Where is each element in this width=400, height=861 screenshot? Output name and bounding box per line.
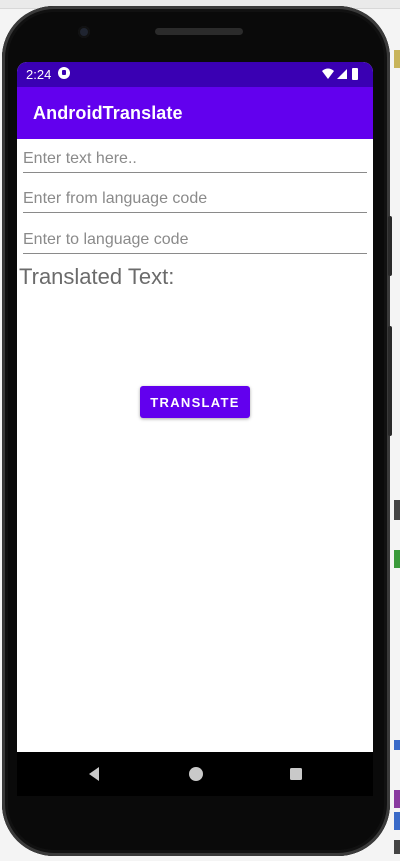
notification-icon — [58, 67, 70, 79]
app-title: AndroidTranslate — [33, 103, 183, 123]
volume-button — [388, 216, 392, 276]
signal-icon — [337, 69, 347, 79]
to-language-field[interactable] — [23, 229, 367, 254]
text-field[interactable] — [23, 148, 367, 173]
recents-icon[interactable] — [289, 766, 303, 782]
front-camera — [78, 26, 90, 38]
status-icons — [322, 68, 358, 80]
translate-button[interactable]: TRANSLATE — [140, 386, 250, 418]
earpiece-speaker — [155, 28, 243, 35]
status-time: 2:24 — [26, 67, 52, 82]
app-screen: 2:24 AndroidTranslate Translated Text: T… — [17, 62, 373, 752]
navigation-bar — [17, 752, 373, 796]
wifi-icon — [322, 68, 334, 79]
translated-text-label: Translated Text: — [19, 264, 175, 289]
to-language-input[interactable] — [23, 229, 367, 251]
back-icon[interactable] — [87, 766, 101, 782]
status-bar: 2:24 — [17, 62, 373, 87]
home-icon[interactable] — [188, 766, 204, 782]
app-bar: AndroidTranslate — [17, 87, 373, 139]
from-language-input[interactable] — [23, 188, 367, 210]
text-input[interactable] — [23, 148, 367, 170]
battery-icon — [352, 68, 358, 80]
from-language-field[interactable] — [23, 188, 367, 213]
power-button — [388, 326, 392, 436]
